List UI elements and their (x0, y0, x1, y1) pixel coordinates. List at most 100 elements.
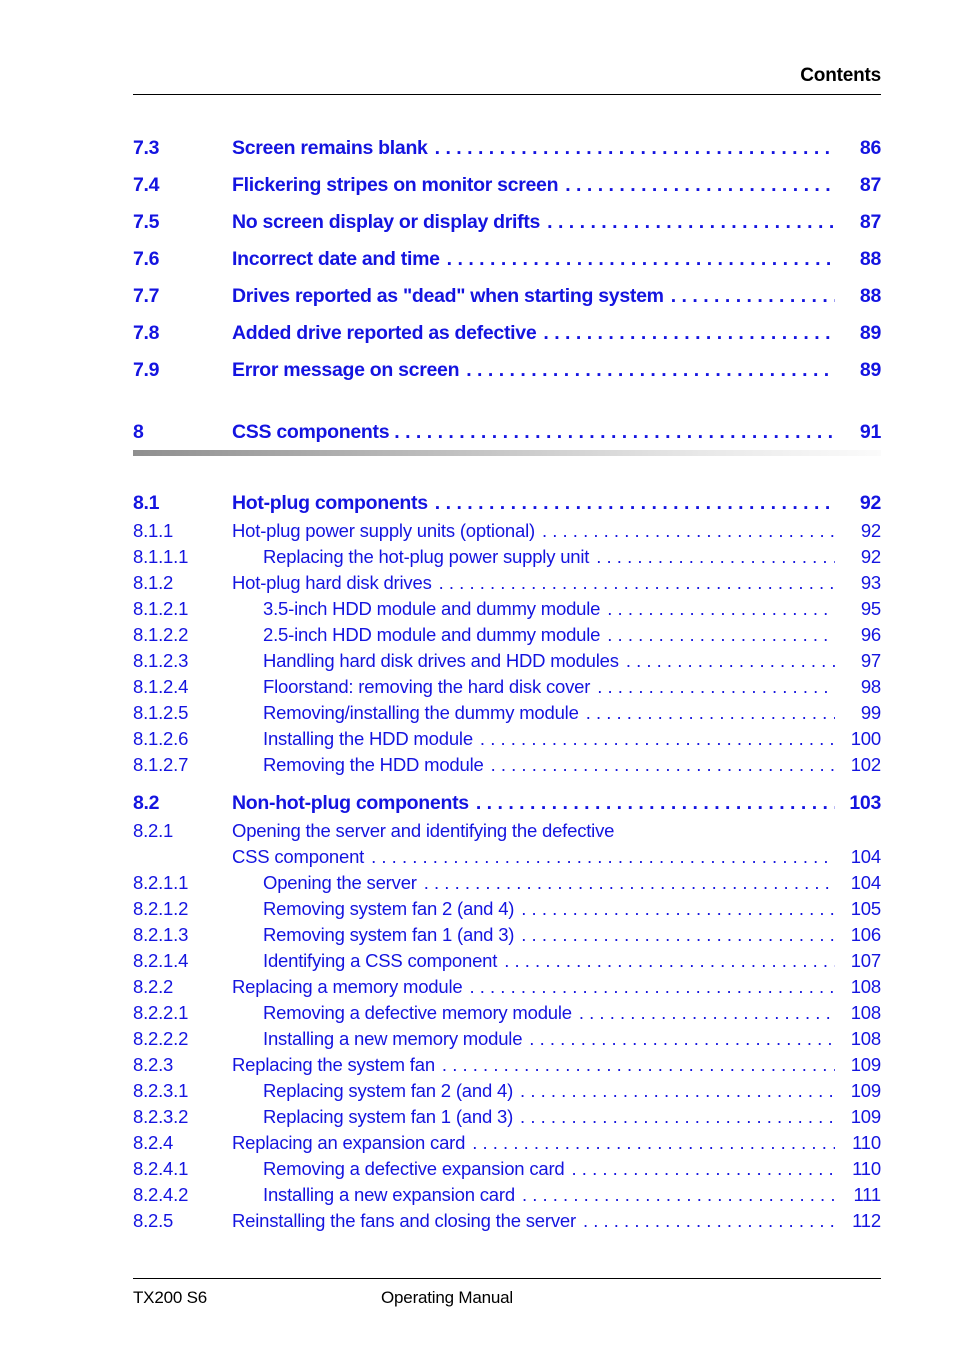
toc-entry[interactable]: 8.1.2.3 Handling hard disk drives and HDD… (133, 648, 881, 674)
toc-entry-title: Drives reported as "dead" when starting … (232, 285, 664, 307)
toc-entry-title: Reinstalling the fans and closing the se… (232, 1210, 576, 1231)
table-of-contents: 7.3 Screen remains blank . . . . . . . . .… (133, 133, 881, 1234)
toc-entry-title: Installing a new memory module (263, 1028, 523, 1049)
toc-entry-page: 88 (859, 248, 881, 270)
toc-entry-title: CSS components (232, 421, 390, 443)
toc-entry-number: 8.2.5 (133, 1210, 174, 1231)
toc-entry-page: 108 (850, 976, 881, 997)
toc-entry-number: 8.2.4 (133, 1132, 174, 1153)
dot-leader: . . . . . . . . . . . . . . . . . . . . … (578, 1002, 835, 1023)
dot-leader: . . . . . . . . . . . . . . . . . . . . … (571, 1158, 835, 1179)
toc-entry[interactable]: 8.2.1 Opening the server and identifying … (133, 818, 881, 844)
toc-entry[interactable]: 8.2.1.2 Removing system fan 2 (and 4) . . … (133, 896, 881, 922)
toc-entry-title: Removing/installing the dummy module (263, 702, 579, 723)
toc-entry-title: Incorrect date and time (232, 248, 440, 270)
toc-entry[interactable]: 8.2.1.1 Opening the server . . . . . . . .… (133, 870, 881, 896)
toc-entry[interactable]: 8.2.3 Replacing the system fan . . . . . .… (133, 1052, 881, 1078)
toc-entry[interactable]: 7.7 Drives reported as "dead" when starti… (133, 281, 881, 311)
toc-entry-page: 105 (850, 898, 881, 919)
toc-entry[interactable]: 8.2.2.1 Removing a defective memory modul… (133, 1000, 881, 1026)
toc-entry-number: 8.1.1 (133, 520, 174, 541)
toc-entry-title: Handling hard disk drives and HDD module… (263, 650, 619, 671)
toc-entry[interactable]: 8.2.4.2 Installing a new expansion card . … (133, 1182, 881, 1208)
toc-entry-title: Removing a defective memory module (263, 1002, 572, 1023)
toc-entry-page: 95 (860, 598, 881, 619)
dot-leader: . . . . . . . . . . . . . . . . . . . . … (529, 1028, 835, 1049)
toc-entry-page: 112 (852, 1210, 881, 1231)
toc-entry[interactable]: 8.2 Non-hot-plug components . . . . . . . … (133, 788, 881, 818)
entry-gap (133, 200, 881, 207)
toc-entry[interactable]: 8.2.2 Replacing a memory module . . . . . … (133, 974, 881, 1000)
toc-entry[interactable]: 7.4 Flickering stripes on monitor screen.… (133, 170, 881, 200)
toc-entry-number: 8.1.2.7 (133, 754, 189, 775)
toc-entry-number: 8.2.1.3 (133, 924, 189, 945)
toc-entry[interactable]: 8.1.2.6 Installing the HDD module . . . . … (133, 726, 881, 752)
toc-entry[interactable]: 8.2.4.1 Removing a defective expansion ca… (133, 1156, 881, 1182)
toc-entry-page: 104 (850, 872, 881, 893)
toc-entry-page: 89 (859, 359, 881, 381)
toc-entry-title: Removing system fan 2 (and 4) (263, 898, 515, 919)
toc-entry[interactable]: 8.1.2.4 Floorstand: removing the hard dis… (133, 674, 881, 700)
toc-entry[interactable]: 7.8 Added drive reported as defective . . … (133, 318, 881, 348)
footer-row: TX200 S6 Operating Manual (133, 1288, 881, 1314)
toc-entry-title: Error message on screen (232, 359, 460, 381)
toc-entry-title: Hot-plug components (232, 492, 428, 514)
dot-leader: . . . . . . . . . . . . . . . . . . . . … (565, 174, 835, 196)
dot-leader: . . . . . . . . . . . . . . . . . . . . … (371, 846, 835, 867)
toc-entry[interactable]: 8.1.2.5 Removing/installing the dummy mod… (133, 700, 881, 726)
toc-entry[interactable]: 8.1.2.2 2.5-inch HDD module and dummy mod… (133, 622, 881, 648)
toc-entry[interactable]: 8.2.1.3 Removing system fan 1 (and 3) . . … (133, 922, 881, 948)
toc-entry[interactable]: 8.1.1 Hot-plug power supply units (option… (133, 518, 881, 544)
toc-entry-page: 108 (850, 1002, 881, 1023)
toc-entry[interactable]: 8 CSS components. . . . . . . . . . . . .… (133, 417, 881, 447)
toc-entry-page: 107 (850, 950, 881, 971)
dot-leader: . . . . . . . . . . . . . . . . . . . . … (475, 792, 835, 814)
dot-leader: . . . . . . . . . . . . . . . . . . . . … (520, 1106, 835, 1127)
dot-leader: . . . . . . . . . . . . . . . . . . . . … (472, 1132, 835, 1153)
toc-entry[interactable]: 8.1.2.1 3.5-inch HDD module and dummy mod… (133, 596, 881, 622)
toc-entry-number: 8.2.4.1 (133, 1158, 189, 1179)
dot-leader: . . . . . . . . . . . . . . . . . . . . … (541, 520, 835, 541)
dot-leader: . . . . . . . . . . . . . . . . . . . . … (607, 624, 835, 645)
toc-entry-number: 8.1.2.6 (133, 728, 189, 749)
toc-entry-page: 99 (860, 702, 881, 723)
toc-entry[interactable]: 8.1.1.1 Replacing the hot-plug power supp… (133, 544, 881, 570)
toc-entry-number: 8.2.2.1 (133, 1002, 189, 1023)
toc-entry-number: 8.1.2.2 (133, 624, 189, 645)
toc-entry[interactable]: 8.2.3.2 Replacing system fan 1 (and 3) . .… (133, 1104, 881, 1130)
toc-entry[interactable]: 8.1.2.7 Removing the HDD module . . . . . … (133, 752, 881, 778)
toc-entry[interactable]: 7.6 Incorrect date and time . . . . . . . … (133, 244, 881, 274)
toc-entry[interactable]: 8.2.5 Reinstalling the fans and closing t… (133, 1208, 881, 1234)
toc-entry-title: Opening the server and identifying the d… (232, 820, 615, 841)
footer-document-title: Operating Manual (381, 1288, 513, 1307)
toc-entry[interactable]: 8.1 Hot-plug components . . . . . . . . . … (133, 488, 881, 518)
toc-entry-number: 8.2.2 (133, 976, 174, 997)
toc-entry-title: Screen remains blank (232, 137, 428, 159)
toc-entry-number: 8.2.3 (133, 1054, 174, 1075)
dot-leader: . . . . . . . . . . . . . . . . . . . . … (670, 285, 835, 307)
toc-entry-page: 86 (859, 137, 881, 159)
toc-entry-title: Installing a new expansion card (263, 1184, 515, 1205)
toc-entry-number: 8.1 (133, 492, 160, 514)
toc-entry-number: 8.2.3.1 (133, 1080, 189, 1101)
toc-entry-number: 8.2.3.2 (133, 1106, 189, 1127)
dot-leader: . . . . . . . . . . . . . . . . . . . . … (438, 572, 835, 593)
dot-leader: . . . . . . . . . . . . . . . . . . . . … (504, 950, 835, 971)
dot-leader: . . . . . . . . . . . . . . . . . . . . … (479, 728, 835, 749)
toc-entry[interactable]: 8.2.1CSS component. . . . . . . . . . . … (133, 844, 881, 870)
toc-entry[interactable]: 8.1.2 Hot-plug hard disk drives . . . . . … (133, 570, 881, 596)
toc-entry-page: 97 (860, 650, 881, 671)
dot-leader: . . . . . . . . . . . . . . . . . . . . … (625, 650, 835, 671)
toc-entry[interactable]: 7.5 No screen display or display drifts . … (133, 207, 881, 237)
toc-entry[interactable]: 8.2.1.4 Identifying a CSS component . . . … (133, 948, 881, 974)
toc-entry-page: 91 (859, 421, 881, 443)
toc-entry[interactable]: 7.3 Screen remains blank . . . . . . . . .… (133, 133, 881, 163)
toc-entry[interactable]: 8.2.3.1 Replacing system fan 2 (and 4) . .… (133, 1078, 881, 1104)
toc-entry-page: 100 (850, 728, 881, 749)
toc-entry-number: 8.1.2.3 (133, 650, 189, 671)
dot-leader: . . . . . . . . . . . . . . . . . . . . … (582, 1210, 835, 1231)
toc-entry[interactable]: 8.2.4 Replacing an expansion card . . . . … (133, 1130, 881, 1156)
toc-entry[interactable]: 8.2.2.2 Installing a new memory module . .… (133, 1026, 881, 1052)
toc-entry-page: 88 (859, 285, 881, 307)
toc-entry[interactable]: 7.9 Error message on screen . . . . . . . … (133, 355, 881, 385)
